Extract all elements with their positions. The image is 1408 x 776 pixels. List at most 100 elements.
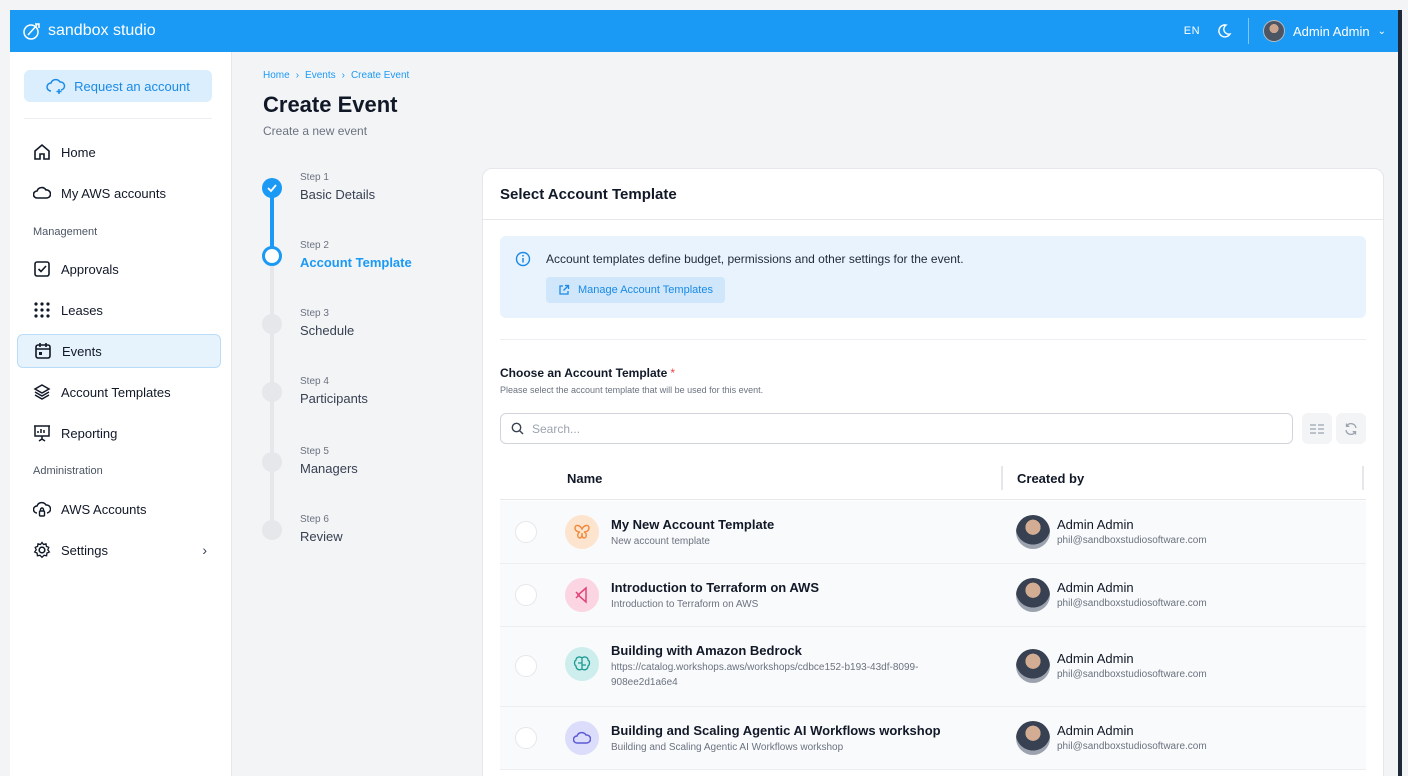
search-input[interactable] — [532, 421, 1232, 436]
sidebar-item-aws-accounts[interactable]: AWS Accounts — [17, 492, 221, 526]
template-description: Introduction to Terraform on AWS — [611, 599, 759, 610]
card-title: Select Account Template — [500, 186, 677, 203]
divider — [483, 219, 1383, 220]
divider — [500, 339, 1366, 340]
step-account-template[interactable]: Step 2 Account Template — [262, 240, 462, 284]
gear-icon — [33, 541, 51, 559]
sidebar: Request an account Home My AWS accounts … — [10, 52, 232, 776]
search-field[interactable] — [500, 413, 1293, 444]
template-description: Building and Scaling Agentic AI Workflow… — [611, 742, 844, 753]
field-label-text: Choose an Account Template — [500, 366, 668, 380]
template-description: New account template — [611, 536, 710, 547]
info-icon — [515, 251, 531, 267]
check-square-icon — [34, 261, 50, 277]
table-row[interactable]: Introduction to Terraform on AWS Introdu… — [500, 564, 1366, 627]
check-icon — [262, 178, 282, 198]
creator-email: phil@sandboxstudiosoftware.com — [1057, 535, 1207, 546]
refresh-icon — [1345, 422, 1357, 435]
template-card: Select Account Template Account template… — [482, 168, 1384, 776]
top-bar: sandbox studio EN Admin Admin ⌄ — [10, 10, 1398, 52]
column-resizer[interactable] — [1362, 466, 1364, 490]
sidebar-item-label: Events — [62, 343, 102, 359]
step-number: Step 1 — [300, 172, 329, 183]
step-number: Step 3 — [300, 308, 329, 319]
grid-dots-icon — [34, 302, 50, 318]
sidebar-item-my-aws-accounts[interactable]: My AWS accounts — [17, 176, 221, 210]
sidebar-item-reporting[interactable]: Reporting — [17, 416, 221, 450]
breadcrumb-events[interactable]: Events — [305, 70, 336, 81]
sidebar-item-label: Account Templates — [61, 384, 171, 400]
row-radio[interactable] — [515, 727, 537, 749]
external-link-icon — [559, 284, 570, 295]
chevron-right-icon: › — [341, 70, 345, 81]
template-name: Building with Amazon Bedrock — [611, 643, 802, 658]
step-pending-indicator — [262, 452, 282, 472]
step-name: Participants — [300, 391, 368, 406]
brand[interactable]: sandbox studio — [22, 21, 156, 41]
manage-templates-label: Manage Account Templates — [578, 284, 713, 296]
sidebar-item-label: Settings — [61, 542, 108, 558]
sidebar-item-label: Leases — [61, 302, 103, 318]
creator-name: Admin Admin — [1057, 580, 1134, 595]
table-row[interactable]: Building and Scaling Agentic AI Workflow… — [500, 707, 1366, 770]
user-name: Admin Admin — [1293, 23, 1370, 39]
search-icon — [511, 422, 524, 435]
step-name: Review — [300, 529, 343, 544]
user-menu[interactable]: Admin Admin ⌄ — [1263, 20, 1386, 42]
avatar — [1016, 649, 1050, 683]
step-review[interactable]: Step 6 Review — [262, 514, 462, 558]
step-number: Step 2 — [300, 240, 329, 251]
columns-toggle-button[interactable] — [1302, 413, 1332, 444]
sidebar-item-label: Reporting — [61, 425, 118, 441]
sidebar-item-settings[interactable]: Settings › — [17, 533, 221, 567]
brand-name: sandbox studio — [48, 22, 156, 39]
brain-icon — [565, 647, 599, 681]
step-pending-indicator — [262, 382, 282, 402]
step-name: Basic Details — [300, 187, 376, 202]
avatar — [1016, 721, 1050, 755]
sidebar-item-events[interactable]: Events — [17, 334, 221, 368]
creator-name: Admin Admin — [1057, 723, 1134, 738]
butterfly-icon — [565, 515, 599, 549]
field-help: Please select the account template that … — [500, 385, 764, 395]
cloud-icon — [565, 721, 599, 755]
page-subtitle: Create a new event — [263, 124, 368, 138]
row-radio[interactable] — [515, 655, 537, 677]
step-schedule[interactable]: Step 3 Schedule — [262, 308, 462, 352]
section-heading: Management — [33, 226, 98, 238]
breadcrumb-home[interactable]: Home — [263, 70, 290, 81]
window-edge — [1398, 10, 1402, 776]
manage-templates-button[interactable]: Manage Account Templates — [546, 277, 725, 303]
row-radio[interactable] — [515, 521, 537, 543]
sidebar-item-label: Approvals — [61, 261, 119, 277]
table-row[interactable]: My New Account Template New account temp… — [500, 501, 1366, 564]
creator-email: phil@sandboxstudiosoftware.com — [1057, 741, 1207, 752]
table-row[interactable]: Building with Amazon Bedrock https://cat… — [500, 627, 1366, 707]
column-resizer[interactable] — [1001, 466, 1003, 490]
sidebar-item-account-templates[interactable]: Account Templates — [17, 375, 221, 409]
language-switch[interactable]: EN — [1184, 25, 1200, 37]
creator-email: phil@sandboxstudiosoftware.com — [1057, 598, 1207, 609]
table-header: Name Created by — [500, 458, 1366, 500]
dark-mode-icon[interactable] — [1216, 23, 1232, 39]
avatar — [1263, 20, 1286, 42]
column-header-name[interactable]: Name — [567, 471, 602, 486]
step-managers[interactable]: Step 5 Managers — [262, 446, 462, 490]
sidebar-item-home[interactable]: Home — [17, 135, 221, 169]
sidebar-item-label: My AWS accounts — [61, 185, 166, 201]
template-name: My New Account Template — [611, 517, 775, 532]
sidebar-item-leases[interactable]: Leases — [17, 293, 221, 327]
page-title: Create Event — [263, 92, 398, 117]
breadcrumb-current: Create Event — [350, 70, 410, 81]
request-account-button[interactable]: Request an account — [24, 70, 212, 102]
row-radio[interactable] — [515, 584, 537, 606]
step-participants[interactable]: Step 4 Participants — [262, 376, 462, 420]
sidebar-item-approvals[interactable]: Approvals — [17, 252, 221, 286]
avatar — [1016, 578, 1050, 612]
info-text: Account templates define budget, permiss… — [546, 252, 964, 266]
step-basic-details[interactable]: Step 1 Basic Details — [262, 172, 462, 216]
step-name: Schedule — [300, 323, 355, 338]
refresh-button[interactable] — [1336, 413, 1366, 444]
creator-email: phil@sandboxstudiosoftware.com — [1057, 669, 1207, 680]
column-header-created-by[interactable]: Created by — [1017, 471, 1084, 486]
